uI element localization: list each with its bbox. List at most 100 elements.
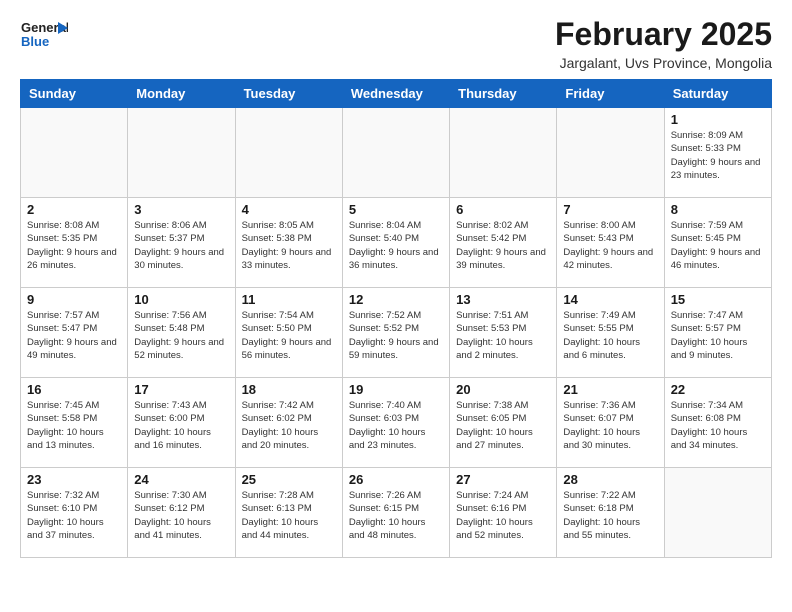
calendar-cell: 10 Sunrise: 7:56 AM Sunset: 5:48 PM Dayli… [128, 288, 235, 378]
day-info: Sunrise: 7:42 AM Sunset: 6:02 PM Dayligh… [242, 399, 336, 452]
calendar-table: SundayMondayTuesdayWednesdayThursdayFrid… [20, 79, 772, 558]
day-info: Sunrise: 7:57 AM Sunset: 5:47 PM Dayligh… [27, 309, 121, 362]
day-number: 25 [242, 472, 336, 487]
day-number: 7 [563, 202, 657, 217]
calendar-cell: 7 Sunrise: 8:00 AM Sunset: 5:43 PM Daylig… [557, 198, 664, 288]
calendar-cell: 20 Sunrise: 7:38 AM Sunset: 6:05 PM Dayli… [450, 378, 557, 468]
day-number: 17 [134, 382, 228, 397]
day-number: 21 [563, 382, 657, 397]
day-info: Sunrise: 8:09 AM Sunset: 5:33 PM Dayligh… [671, 129, 765, 182]
calendar-cell: 8 Sunrise: 7:59 AM Sunset: 5:45 PM Daylig… [664, 198, 771, 288]
day-number: 1 [671, 112, 765, 127]
logo: General Blue [20, 16, 68, 52]
day-number: 19 [349, 382, 443, 397]
calendar-cell: 9 Sunrise: 7:57 AM Sunset: 5:47 PM Daylig… [21, 288, 128, 378]
calendar-cell [342, 108, 449, 198]
calendar-cell: 28 Sunrise: 7:22 AM Sunset: 6:18 PM Dayli… [557, 468, 664, 558]
day-number: 4 [242, 202, 336, 217]
calendar-cell: 11Sunrise: 7:54 AM Sunset: 5:50 PM Dayli… [235, 288, 342, 378]
day-number: 26 [349, 472, 443, 487]
calendar-week-row: 1 Sunrise: 8:09 AM Sunset: 5:33 PM Daylig… [21, 108, 772, 198]
day-number: 16 [27, 382, 121, 397]
calendar-cell: 13 Sunrise: 7:51 AM Sunset: 5:53 PM Dayli… [450, 288, 557, 378]
day-number: 6 [456, 202, 550, 217]
calendar-cell: 12Sunrise: 7:52 AM Sunset: 5:52 PM Dayli… [342, 288, 449, 378]
day-number: 24 [134, 472, 228, 487]
calendar-cell: 2 Sunrise: 8:08 AM Sunset: 5:35 PM Daylig… [21, 198, 128, 288]
calendar-week-row: 23 Sunrise: 7:32 AM Sunset: 6:10 PM Dayli… [21, 468, 772, 558]
col-header-tuesday: Tuesday [235, 80, 342, 108]
day-info: Sunrise: 7:34 AM Sunset: 6:08 PM Dayligh… [671, 399, 765, 452]
day-info: Sunrise: 7:47 AM Sunset: 5:57 PM Dayligh… [671, 309, 765, 362]
calendar-cell [557, 108, 664, 198]
calendar-cell: 4 Sunrise: 8:05 AM Sunset: 5:38 PM Daylig… [235, 198, 342, 288]
day-info: Sunrise: 8:05 AM Sunset: 5:38 PM Dayligh… [242, 219, 336, 272]
calendar-cell: 17 Sunrise: 7:43 AM Sunset: 6:00 PM Dayli… [128, 378, 235, 468]
calendar-cell: 18 Sunrise: 7:42 AM Sunset: 6:02 PM Dayli… [235, 378, 342, 468]
month-year-title: February 2025 [555, 16, 772, 53]
day-info: Sunrise: 7:38 AM Sunset: 6:05 PM Dayligh… [456, 399, 550, 452]
day-info: Sunrise: 8:06 AM Sunset: 5:37 PM Dayligh… [134, 219, 228, 272]
col-header-monday: Monday [128, 80, 235, 108]
calendar-week-row: 16 Sunrise: 7:45 AM Sunset: 5:58 PM Dayli… [21, 378, 772, 468]
day-number: 22 [671, 382, 765, 397]
day-info: Sunrise: 7:59 AM Sunset: 5:45 PM Dayligh… [671, 219, 765, 272]
day-info: Sunrise: 7:40 AM Sunset: 6:03 PM Dayligh… [349, 399, 443, 452]
day-info: Sunrise: 7:45 AM Sunset: 5:58 PM Dayligh… [27, 399, 121, 452]
day-info: Sunrise: 8:08 AM Sunset: 5:35 PM Dayligh… [27, 219, 121, 272]
day-number: 23 [27, 472, 121, 487]
day-number: 9 [27, 292, 121, 307]
calendar-cell: 23 Sunrise: 7:32 AM Sunset: 6:10 PM Dayli… [21, 468, 128, 558]
calendar-week-row: 9 Sunrise: 7:57 AM Sunset: 5:47 PM Daylig… [21, 288, 772, 378]
calendar-cell: 22 Sunrise: 7:34 AM Sunset: 6:08 PM Dayli… [664, 378, 771, 468]
calendar-cell: 14 Sunrise: 7:49 AM Sunset: 5:55 PM Dayli… [557, 288, 664, 378]
logo-icon: General Blue [20, 16, 68, 52]
day-number: 20 [456, 382, 550, 397]
calendar-cell [128, 108, 235, 198]
location-subtitle: Jargalant, Uvs Province, Mongolia [555, 55, 772, 71]
day-info: Sunrise: 7:36 AM Sunset: 6:07 PM Dayligh… [563, 399, 657, 452]
day-number: 27 [456, 472, 550, 487]
calendar-cell: 3Sunrise: 8:06 AM Sunset: 5:37 PM Daylig… [128, 198, 235, 288]
day-info: Sunrise: 7:28 AM Sunset: 6:13 PM Dayligh… [242, 489, 336, 542]
day-info: Sunrise: 7:24 AM Sunset: 6:16 PM Dayligh… [456, 489, 550, 542]
day-info: Sunrise: 7:52 AM Sunset: 5:52 PM Dayligh… [349, 309, 443, 362]
day-number: 10 [134, 292, 228, 307]
col-header-wednesday: Wednesday [342, 80, 449, 108]
calendar-cell: 5 Sunrise: 8:04 AM Sunset: 5:40 PM Daylig… [342, 198, 449, 288]
day-info: Sunrise: 7:49 AM Sunset: 5:55 PM Dayligh… [563, 309, 657, 362]
calendar-week-row: 2 Sunrise: 8:08 AM Sunset: 5:35 PM Daylig… [21, 198, 772, 288]
col-header-thursday: Thursday [450, 80, 557, 108]
day-info: Sunrise: 7:56 AM Sunset: 5:48 PM Dayligh… [134, 309, 228, 362]
day-number: 5 [349, 202, 443, 217]
col-header-friday: Friday [557, 80, 664, 108]
title-block: February 2025 Jargalant, Uvs Province, M… [555, 16, 772, 71]
day-info: Sunrise: 7:32 AM Sunset: 6:10 PM Dayligh… [27, 489, 121, 542]
calendar-cell: 21 Sunrise: 7:36 AM Sunset: 6:07 PM Dayli… [557, 378, 664, 468]
day-info: Sunrise: 7:22 AM Sunset: 6:18 PM Dayligh… [563, 489, 657, 542]
col-header-sunday: Sunday [21, 80, 128, 108]
calendar-cell: 24 Sunrise: 7:30 AM Sunset: 6:12 PM Dayli… [128, 468, 235, 558]
calendar-cell [450, 108, 557, 198]
calendar-cell: 26 Sunrise: 7:26 AM Sunset: 6:15 PM Dayli… [342, 468, 449, 558]
day-number: 8 [671, 202, 765, 217]
day-info: Sunrise: 7:43 AM Sunset: 6:00 PM Dayligh… [134, 399, 228, 452]
day-number: 14 [563, 292, 657, 307]
day-number: 28 [563, 472, 657, 487]
day-info: Sunrise: 7:30 AM Sunset: 6:12 PM Dayligh… [134, 489, 228, 542]
svg-text:Blue: Blue [21, 34, 49, 49]
col-header-saturday: Saturday [664, 80, 771, 108]
calendar-cell: 1 Sunrise: 8:09 AM Sunset: 5:33 PM Daylig… [664, 108, 771, 198]
day-info: Sunrise: 7:26 AM Sunset: 6:15 PM Dayligh… [349, 489, 443, 542]
day-info: Sunrise: 8:02 AM Sunset: 5:42 PM Dayligh… [456, 219, 550, 272]
day-number: 18 [242, 382, 336, 397]
day-info: Sunrise: 8:00 AM Sunset: 5:43 PM Dayligh… [563, 219, 657, 272]
calendar-cell: 27 Sunrise: 7:24 AM Sunset: 6:16 PM Dayli… [450, 468, 557, 558]
day-number: 2 [27, 202, 121, 217]
calendar-header-row: SundayMondayTuesdayWednesdayThursdayFrid… [21, 80, 772, 108]
calendar-cell: 19 Sunrise: 7:40 AM Sunset: 6:03 PM Dayli… [342, 378, 449, 468]
day-number: 13 [456, 292, 550, 307]
day-info: Sunrise: 8:04 AM Sunset: 5:40 PM Dayligh… [349, 219, 443, 272]
day-info: Sunrise: 7:51 AM Sunset: 5:53 PM Dayligh… [456, 309, 550, 362]
day-number: 15 [671, 292, 765, 307]
